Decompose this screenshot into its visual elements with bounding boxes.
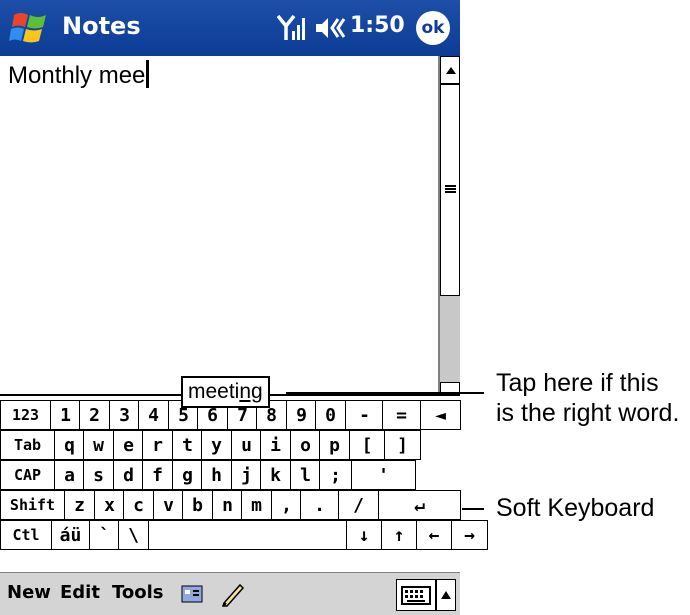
key-.[interactable]: . [300, 490, 339, 520]
key-3[interactable]: 3 [109, 400, 140, 430]
key-z[interactable]: z [64, 490, 95, 520]
suggestion-callout-line1: Tap here if this [496, 369, 659, 397]
key-a[interactable]: a [54, 460, 85, 490]
key-e[interactable]: e [113, 430, 144, 460]
new-menu[interactable]: New [7, 582, 51, 603]
note-text[interactable]: Monthly mee [8, 60, 150, 90]
suggestion-callout-line [286, 392, 484, 394]
key-n[interactable]: n [212, 490, 243, 520]
keyboard-glyph-icon [401, 586, 431, 605]
key-right[interactable]: → [451, 520, 488, 550]
key-numbers[interactable]: 123 [0, 400, 51, 430]
note-editor[interactable]: Monthly mee [0, 56, 438, 394]
key-0[interactable]: 0 [315, 400, 346, 430]
keyboard-callout-line [462, 508, 484, 510]
note-content: Monthly mee [8, 62, 146, 89]
menu-bar: New Edit Tools [0, 572, 460, 615]
key-4[interactable]: 4 [138, 400, 169, 430]
pocketpc-screen: Notes 1:50 ok Monthly mee 123 1 2 3 4 5 6 7 8 9 0-… [0, 0, 488, 615]
scroll-grip-icon [445, 185, 456, 193]
recording-icon[interactable] [181, 585, 203, 603]
key-t[interactable]: t [172, 430, 203, 460]
key-][interactable]: ] [384, 430, 421, 460]
edit-menu[interactable]: Edit [60, 582, 100, 603]
key-r[interactable]: r [142, 430, 173, 460]
suggestion-completion: ng [239, 380, 263, 403]
suggestion-text: meeti [188, 380, 240, 403]
input-panel-arrow[interactable] [436, 579, 456, 611]
key-space[interactable] [148, 520, 347, 550]
key-h[interactable]: h [201, 460, 232, 490]
volume-icon[interactable] [314, 14, 346, 42]
key-u[interactable]: u [231, 430, 262, 460]
key-2[interactable]: 2 [79, 400, 110, 430]
key-`[interactable]: ` [89, 520, 120, 550]
text-caret [146, 60, 150, 88]
word-suggestion[interactable]: meeting [181, 376, 270, 408]
key-k[interactable]: k [260, 460, 291, 490]
title-bar: Notes 1:50 ok [0, 0, 460, 56]
key-\[interactable]: \ [118, 520, 149, 550]
key-[[interactable]: [ [349, 430, 385, 460]
key-b[interactable]: b [182, 490, 213, 520]
tools-menu[interactable]: Tools [112, 582, 164, 603]
key-9[interactable]: 9 [286, 400, 317, 430]
key-i[interactable]: i [260, 430, 291, 460]
keyboard-icon[interactable] [396, 579, 436, 611]
windows-start-icon[interactable] [8, 9, 54, 47]
key-ctrl[interactable]: Ctl [0, 520, 52, 550]
key-;[interactable]: ; [319, 460, 352, 490]
key-l[interactable]: l [290, 460, 321, 490]
scroll-up-arrow[interactable] [440, 56, 460, 84]
signal-strength-icon[interactable] [277, 13, 307, 43]
key-m[interactable]: m [241, 490, 272, 520]
key-s[interactable]: s [83, 460, 114, 490]
key-c[interactable]: c [123, 490, 154, 520]
key-d[interactable]: d [113, 460, 144, 490]
key-f[interactable]: f [142, 460, 173, 490]
key--[interactable]: - [345, 400, 384, 430]
key-backspace[interactable]: ◄ [420, 400, 461, 430]
key-g[interactable]: g [172, 460, 203, 490]
key-,[interactable]: , [271, 490, 302, 520]
scroll-thumb[interactable] [440, 84, 460, 296]
key-=[interactable]: = [382, 400, 421, 430]
key-down[interactable]: ↓ [346, 520, 382, 550]
key-up[interactable]: ↑ [381, 520, 417, 550]
key-tab[interactable]: Tab [0, 430, 55, 460]
key-j[interactable]: j [231, 460, 262, 490]
key-v[interactable]: v [153, 490, 184, 520]
key-caps[interactable]: CAP [0, 460, 55, 490]
key-o[interactable]: o [290, 430, 321, 460]
key-x[interactable]: x [94, 490, 125, 520]
key-w[interactable]: w [83, 430, 114, 460]
app-title: Notes [62, 12, 141, 40]
pen-icon[interactable] [221, 581, 245, 607]
key-/[interactable]: / [338, 490, 379, 520]
key-1[interactable]: 1 [50, 400, 81, 430]
key-international[interactable]: áü [51, 520, 90, 550]
key-q[interactable]: q [54, 430, 85, 460]
key-'[interactable]: ' [351, 460, 416, 490]
soft-keyboard: 123 1 2 3 4 5 6 7 8 9 0- = ◄ Tab q w e r t y u i o p[] CAP a s d f g h… [0, 394, 488, 572]
key-y[interactable]: y [201, 430, 232, 460]
suggestion-callout-line2: is the right word. [496, 399, 680, 427]
vertical-scrollbar[interactable] [438, 56, 460, 394]
ok-button[interactable]: ok [416, 11, 450, 45]
keyboard-callout-label: Soft Keyboard [496, 494, 655, 522]
key-enter[interactable]: ↵ [378, 490, 461, 520]
key-left[interactable]: ← [416, 520, 452, 550]
key-shift[interactable]: Shift [0, 490, 65, 520]
key-p[interactable]: p [319, 430, 350, 460]
clock[interactable]: 1:50 [350, 13, 405, 38]
